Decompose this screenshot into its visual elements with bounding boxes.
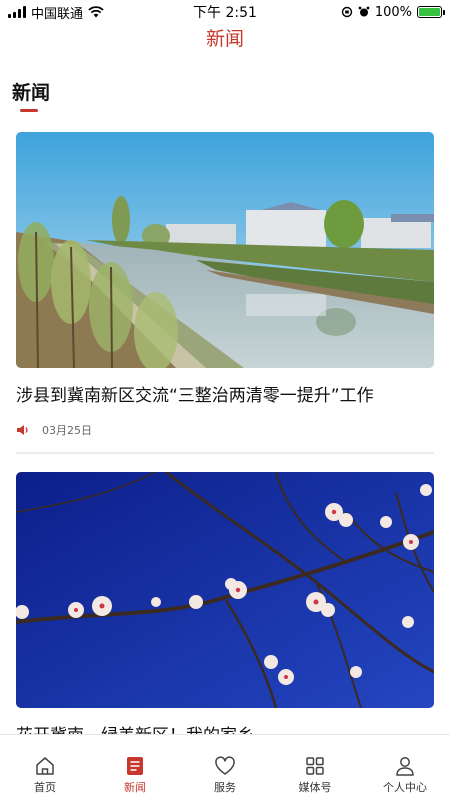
heart-icon [215, 756, 235, 775]
signal-icon [8, 6, 26, 18]
news-card[interactable]: 涉县到冀南新区交流“三整治两清零一提升”工作 03月25日 [0, 132, 450, 454]
tab-label: 媒体号 [298, 781, 332, 794]
tab-profile[interactable]: 个人中心 [360, 735, 450, 800]
alarm-icon [358, 6, 370, 17]
status-left: 中国联通 [8, 3, 104, 22]
news-icon [127, 757, 143, 775]
news-card[interactable]: 花开冀南，绿美新区！我的家乡 [0, 472, 450, 734]
tab-news[interactable]: 新闻 [90, 735, 180, 800]
battery-percent: 100% [374, 4, 412, 20]
carrier-label: 中国联通 [31, 6, 84, 22]
status-right: 100% [341, 4, 445, 20]
tab-media[interactable]: 媒体号 [270, 735, 360, 800]
speaker-icon[interactable] [16, 424, 30, 436]
article-title[interactable]: 涉县到冀南新区交流“三整治两清零一提升”工作 [16, 384, 434, 408]
river-village-photo[interactable] [16, 132, 434, 368]
tab-label: 首页 [34, 781, 56, 794]
wifi-icon [88, 6, 104, 18]
battery-icon [417, 6, 445, 18]
tab-bar: 首页 新闻 服务 媒体号 个人中心 [0, 734, 450, 800]
status-bar: 中国联通 下午 2:51 100% [0, 0, 450, 24]
divider [16, 452, 434, 454]
section-title: 新闻 [12, 82, 51, 104]
tab-label: 个人中心 [383, 781, 427, 794]
blossom-branch-photo[interactable] [16, 472, 434, 708]
home-icon [36, 757, 54, 775]
orientation-lock-icon [341, 6, 353, 18]
article-meta: 03月25日 [16, 422, 434, 438]
article-date: 03月25日 [42, 424, 92, 437]
tab-home[interactable]: 首页 [0, 735, 90, 800]
tab-service[interactable]: 服务 [180, 735, 270, 800]
battery-fill [419, 8, 440, 16]
article-title[interactable]: 花开冀南，绿美新区！我的家乡 [16, 724, 434, 734]
nav-title: 新闻 [205, 28, 244, 50]
news-feed[interactable]: 涉县到冀南新区交流“三整治两清零一提升”工作 03月25日 [0, 132, 450, 734]
tab-label: 新闻 [124, 781, 146, 794]
grid-icon [306, 757, 324, 775]
profile-icon [396, 757, 414, 776]
tab-label: 服务 [214, 781, 236, 794]
section-underline [20, 109, 38, 112]
